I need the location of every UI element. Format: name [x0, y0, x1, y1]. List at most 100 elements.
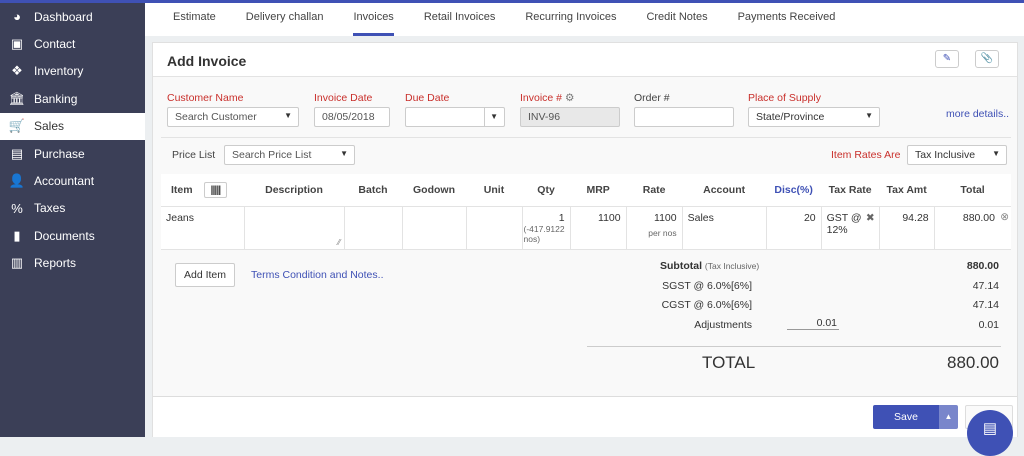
- mrp-cell[interactable]: 1100: [570, 206, 627, 250]
- tax-rate-value: GST @ 12%: [826, 211, 862, 236]
- sidebar-item-contact[interactable]: ▣ Contact: [0, 30, 145, 57]
- due-date-input[interactable]: ▼: [405, 107, 505, 127]
- tax-amount-cell: 94.28: [879, 206, 935, 250]
- sidebar-item-accountant[interactable]: 👤 Accountant: [0, 167, 145, 194]
- bank-icon: 🏛: [8, 90, 26, 106]
- sidebar: ◕ Dashboard ▣ Contact ❖ Inventory 🏛 Banking …: [0, 3, 145, 437]
- cgst-value: 47.14: [972, 299, 999, 311]
- col-discount[interactable]: Disc(%): [766, 174, 822, 207]
- add-invoice-card: Add Invoice ✎ 📎 Customer Name Search Cus…: [152, 42, 1018, 437]
- qty-cell[interactable]: 1 (-417.9122 nos): [522, 206, 571, 250]
- sidebar-label: Banking: [34, 91, 78, 106]
- place-of-supply-select[interactable]: State/Province ▼: [748, 107, 880, 127]
- contact-icon: ▣: [10, 36, 24, 52]
- col-unit: Unit: [466, 174, 522, 207]
- item-cell[interactable]: Jeans: [161, 206, 245, 250]
- item-rates-label: Item Rates Are: [831, 149, 901, 161]
- col-batch: Batch: [344, 174, 402, 207]
- col-qty: Qty: [522, 174, 571, 207]
- item-rates-select[interactable]: Tax Inclusive ▼: [907, 145, 1007, 165]
- percent-icon: %: [11, 200, 23, 216]
- sidebar-label: Purchase: [34, 146, 85, 161]
- col-mrp: MRP: [570, 174, 627, 207]
- table-row: Jeans ⁄⁄ 1 (-417.9122 nos) 1100 1100 per n…: [161, 206, 1011, 250]
- description-cell[interactable]: ⁄⁄: [244, 206, 345, 250]
- sidebar-label: Dashboard: [34, 9, 93, 24]
- sidebar-label: Contact: [34, 37, 76, 52]
- cgst-label: CGST @ 6.0%[6%]: [661, 299, 752, 311]
- qty-value: 1: [558, 211, 565, 224]
- remove-row-icon[interactable]: ⊗: [1000, 211, 1009, 223]
- clear-icon[interactable]: ✖: [866, 212, 875, 224]
- place-of-supply-value: State/Province: [756, 111, 825, 123]
- sidebar-item-dashboard[interactable]: ◕ Dashboard: [0, 3, 145, 30]
- account-cell[interactable]: Sales: [682, 206, 767, 250]
- dashboard-icon: ◕: [13, 9, 21, 25]
- tab-estimate[interactable]: Estimate: [173, 3, 216, 36]
- sgst-label: SGST @ 6.0%[6%]: [662, 280, 752, 292]
- col-description: Description: [244, 174, 344, 207]
- subtotal-note: (Tax Inclusive): [704, 261, 760, 271]
- tab-payments-received[interactable]: Payments Received: [738, 3, 836, 36]
- total-value: 880.00: [962, 211, 995, 224]
- subtotal-label-text: Subtotal: [660, 260, 702, 272]
- caret-down-icon: ▼: [865, 111, 873, 120]
- order-number-label: Order #: [634, 92, 670, 104]
- resize-handle-icon[interactable]: ⁄⁄: [338, 238, 341, 247]
- subtotal-value: 880.00: [966, 260, 999, 272]
- tab-delivery-challan[interactable]: Delivery challan: [246, 3, 324, 36]
- rate-unit: per nos: [648, 227, 677, 238]
- invoice-date-input[interactable]: 08/05/2018: [314, 107, 390, 127]
- save-options-button[interactable]: ▲: [939, 405, 958, 429]
- order-number-input[interactable]: [634, 107, 734, 127]
- col-item: Item |||||: [161, 174, 244, 207]
- total-value: 880.00: [947, 353, 999, 372]
- rate-cell[interactable]: 1100 per nos: [626, 206, 683, 250]
- customer-select[interactable]: Search Customer ▼: [167, 107, 299, 127]
- sidebar-item-sales[interactable]: 🛒 Sales: [0, 112, 145, 140]
- add-item-button[interactable]: Add Item: [175, 263, 235, 287]
- price-list-select[interactable]: Search Price List ▼: [224, 145, 355, 165]
- unit-cell[interactable]: [466, 206, 523, 250]
- terms-link[interactable]: Terms Condition and Notes..: [251, 269, 383, 281]
- chat-widget-button[interactable]: ▤: [967, 410, 1013, 456]
- adjustments-value: 0.01: [978, 319, 999, 331]
- caret-down-icon: ▼: [484, 108, 498, 126]
- sidebar-label: Accountant: [34, 174, 95, 189]
- tab-credit-notes[interactable]: Credit Notes: [646, 3, 707, 36]
- edit-button[interactable]: ✎: [935, 50, 959, 68]
- tab-retail-invoices[interactable]: Retail Invoices: [424, 3, 496, 36]
- divider: [161, 137, 1011, 138]
- discount-cell[interactable]: 20: [766, 206, 822, 250]
- sidebar-label: Inventory: [34, 64, 84, 79]
- col-item-label: Item: [171, 183, 193, 196]
- tab-invoices[interactable]: Invoices: [353, 3, 394, 36]
- tab-recurring-invoices[interactable]: Recurring Invoices: [525, 3, 616, 36]
- sidebar-item-banking[interactable]: 🏛 Banking: [0, 85, 145, 112]
- sidebar-item-inventory[interactable]: ❖ Inventory: [0, 58, 145, 85]
- invoice-date-label: Invoice Date: [314, 92, 373, 104]
- tax-rate-cell[interactable]: GST @ 12% ✖: [821, 206, 880, 250]
- customer-name-label: Customer Name: [167, 92, 244, 104]
- page-title: Add Invoice: [167, 53, 247, 69]
- adjustments-input[interactable]: 0.01: [787, 317, 839, 330]
- items-table: Item ||||| Description Batch Godown Unit…: [161, 174, 1011, 250]
- sales-tabs: Estimate Delivery challan Invoices Retai…: [145, 3, 1024, 36]
- attach-button[interactable]: 📎: [975, 50, 999, 68]
- sidebar-label: Sales: [34, 119, 65, 134]
- sidebar-item-documents[interactable]: ▮ Documents: [0, 222, 145, 249]
- save-button[interactable]: Save: [873, 405, 939, 429]
- batch-cell[interactable]: [344, 206, 403, 250]
- godown-cell[interactable]: [402, 206, 467, 250]
- barcode-icon[interactable]: |||||: [203, 181, 228, 198]
- col-godown: Godown: [402, 174, 466, 207]
- col-total: Total: [934, 174, 1011, 207]
- bag-icon: ▤: [10, 145, 24, 161]
- gear-icon[interactable]: ⚙: [565, 92, 574, 104]
- more-details-link[interactable]: more details..: [946, 108, 1009, 120]
- sidebar-item-purchase[interactable]: ▤ Purchase: [0, 140, 145, 167]
- sidebar-item-reports[interactable]: ▥ Reports: [0, 250, 145, 277]
- sidebar-item-taxes[interactable]: % Taxes: [0, 195, 145, 222]
- invoice-number-input[interactable]: INV-96: [520, 107, 620, 127]
- card-header: Add Invoice ✎ 📎: [153, 43, 1017, 77]
